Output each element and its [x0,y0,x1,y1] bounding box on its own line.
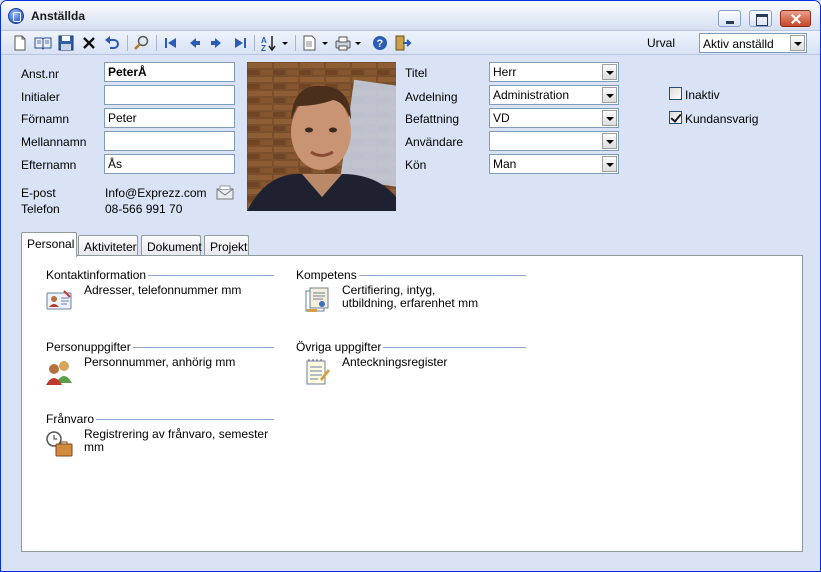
app-icon [8,8,24,24]
svg-text:Z: Z [261,44,266,52]
inaktiv-checkbox[interactable] [669,87,682,100]
urval-value: Aktiv anställd [703,37,774,51]
titel-label: Titel [405,66,428,80]
toolbar: AZ ? Urval [1,31,820,55]
befattning-select[interactable]: VD [489,108,619,128]
kundansvarig-label: Kundansvarig [685,112,759,126]
group-personuppgifter[interactable]: Personuppgifter Personnummer, anhörig mm [36,340,276,390]
group-description: Personnummer, anhörig mm [84,355,236,369]
epost-value[interactable]: Info@Exprezz.com [105,186,207,200]
chevron-down-icon[interactable] [602,64,617,80]
chevron-down-icon[interactable] [602,156,617,172]
initialer-field[interactable] [104,85,235,105]
urval-label: Urval [647,36,676,50]
kon-label: Kön [405,158,427,172]
anvandare-label: Användare [405,135,464,149]
certificate-icon[interactable] [302,285,332,315]
tab-dokument[interactable]: Dokument [141,235,202,256]
next-record-icon[interactable] [208,34,226,52]
group-title: Kontaktinformation [46,268,149,282]
tab-aktiviteter[interactable]: Aktiviteter [78,235,138,256]
group-ovriga-uppgifter[interactable]: Övriga uppgifter Anteckningsregister [290,340,530,390]
anst-nr-label: Anst.nr [21,67,60,81]
maximize-button[interactable] [749,10,772,27]
delete-icon[interactable] [80,34,98,52]
befattning-label: Befattning [405,112,460,126]
fornamn-label: Förnamn [21,112,70,126]
report-icon[interactable] [301,34,331,52]
group-description: Adresser, telefonnummer mm [84,283,242,297]
anst-nr-field[interactable]: PeterÅ [104,62,235,82]
kon-value: Man [493,157,517,171]
toolbar-separator [127,35,128,51]
title-bar[interactable]: Anställda [1,1,820,31]
group-title: Personuppgifter [46,340,133,354]
employee-photo [247,62,396,211]
svg-text:?: ? [377,38,384,50]
previous-record-icon[interactable] [185,34,203,52]
chevron-down-icon[interactable] [602,87,617,103]
group-kompetens[interactable]: Kompetens Certifiering, intyg, utbildnin… [290,268,530,328]
urval-select[interactable]: Aktiv anställd [699,33,807,53]
mellannamn-label: Mellannamn [21,135,87,149]
titel-select[interactable]: Herr [489,62,619,82]
search-icon[interactable] [133,34,151,52]
tab-projekt[interactable]: Projekt [204,235,249,256]
undo-icon[interactable] [103,34,121,52]
group-franvaro[interactable]: Frånvaro Registrering av frånvaro, semes… [36,412,276,462]
sort-icon[interactable]: AZ [260,34,290,52]
chevron-down-icon[interactable] [790,35,805,51]
last-record-icon[interactable] [231,34,249,52]
group-description: Certifiering, intyg, utbildning, erfaren… [342,283,479,310]
group-title: Frånvaro [46,412,97,426]
epost-label: E-post [21,186,56,200]
inaktiv-label: Inaktiv [685,88,720,102]
employee-form: Anst.nr PeterÅ Initialer Förnamn Peter M… [1,56,820,571]
efternamn-field[interactable]: Ås [104,154,235,174]
first-record-icon[interactable] [162,34,180,52]
help-icon[interactable]: ? [371,34,389,52]
group-description: Anteckningsregister [342,355,448,369]
open-book-icon[interactable] [34,34,52,52]
minimize-button[interactable] [718,10,741,27]
chevron-down-icon[interactable] [602,110,617,126]
clock-briefcase-icon[interactable] [44,429,74,459]
chevron-down-icon[interactable] [602,133,617,149]
contact-card-icon[interactable] [44,285,74,315]
new-document-icon[interactable] [11,34,29,52]
save-icon[interactable] [57,34,75,52]
envelope-icon[interactable] [216,184,234,200]
group-title: Övriga uppgifter [296,340,384,354]
avdelning-label: Avdelning [405,90,458,104]
mellannamn-field[interactable] [104,131,235,151]
kundansvarig-checkbox[interactable] [669,111,682,124]
anvandare-select[interactable] [489,131,619,151]
personal-tab-panel: Kontaktinformation Adresser, telefonnumm… [21,255,803,552]
tab-personal[interactable]: Personal [21,232,77,257]
toolbar-separator [156,35,157,51]
employees-window: Anställda AZ ? Urval Aktiv anställd Anst… [0,0,821,572]
people-icon[interactable] [44,357,74,387]
close-button[interactable] [780,10,811,27]
initialer-label: Initialer [21,90,60,104]
fornamn-field[interactable]: Peter [104,108,235,128]
telefon-label: Telefon [21,202,60,216]
group-description: Registrering av frånvaro, semester mm [84,427,269,454]
group-title: Kompetens [296,268,359,282]
titel-value: Herr [493,65,517,79]
group-kontaktinformation[interactable]: Kontaktinformation Adresser, telefonnumm… [36,268,276,318]
toolbar-separator [254,35,255,51]
window-title: Anställda [31,9,86,23]
print-icon[interactable] [334,34,364,52]
befattning-value: VD [493,111,510,125]
toolbar-separator [295,35,296,51]
efternamn-label: Efternamn [21,158,77,172]
avdelning-select[interactable]: Administration [489,85,619,105]
kon-select[interactable]: Man [489,154,619,174]
telefon-value: 08-566 991 70 [105,202,183,216]
avdelning-value: Administration [493,88,570,102]
exit-icon[interactable] [394,34,412,52]
notepad-icon[interactable] [302,357,332,387]
